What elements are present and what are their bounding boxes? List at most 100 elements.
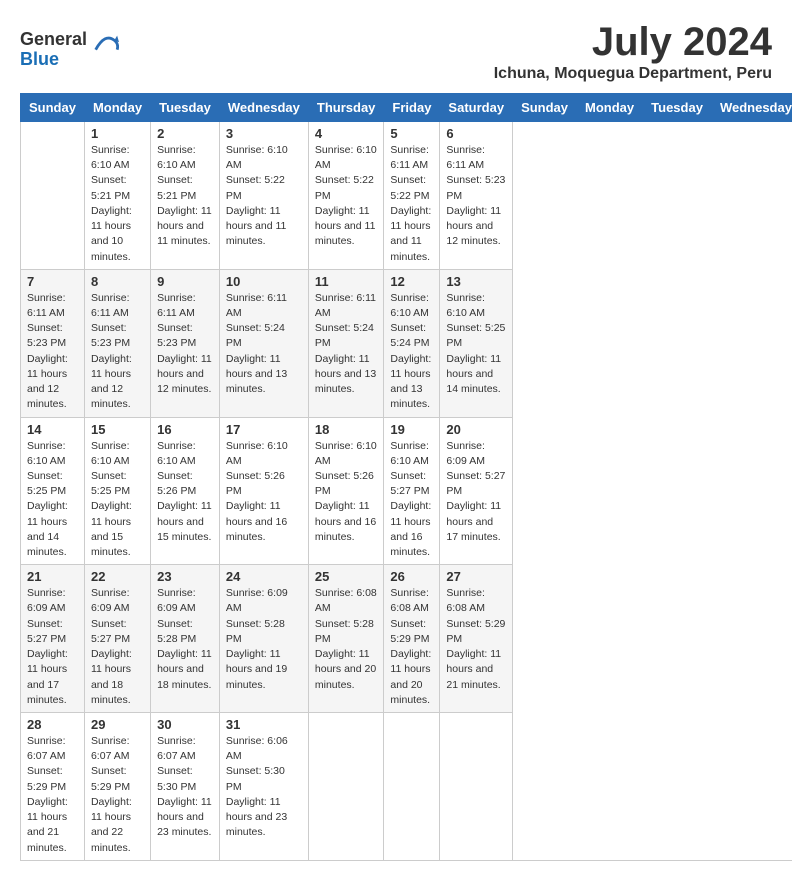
- calendar-cell: 31Sunrise: 6:06 AMSunset: 5:30 PMDayligh…: [219, 713, 308, 861]
- day-detail: Sunrise: 6:08 AMSunset: 5:29 PMDaylight:…: [446, 586, 506, 693]
- day-header-wednesday: Wednesday: [711, 94, 792, 122]
- calendar-cell: [384, 713, 440, 861]
- day-number: 4: [315, 126, 378, 141]
- calendar-cell: 7Sunrise: 6:11 AMSunset: 5:23 PMDaylight…: [21, 269, 85, 417]
- day-detail: Sunrise: 6:10 AMSunset: 5:22 PMDaylight:…: [315, 143, 378, 250]
- day-detail: Sunrise: 6:10 AMSunset: 5:21 PMDaylight:…: [91, 143, 144, 265]
- day-header-sunday: Sunday: [21, 94, 85, 122]
- day-detail: Sunrise: 6:07 AMSunset: 5:30 PMDaylight:…: [157, 734, 213, 841]
- calendar-cell: 21 Sunrise: 6:09 AMSunset: 5:27 PMDayligh…: [21, 565, 85, 713]
- day-detail: Sunrise: 6:10 AMSunset: 5:26 PMDaylight:…: [157, 439, 213, 546]
- calendar-week-row: 21 Sunrise: 6:09 AMSunset: 5:27 PMDayligh…: [21, 565, 792, 713]
- day-number: 1: [91, 126, 144, 141]
- day-number: 11: [315, 274, 378, 289]
- day-detail: Sunrise: 6:10 AMSunset: 5:26 PMDaylight:…: [226, 439, 302, 546]
- calendar-header-row: SundayMondayTuesdayWednesdayThursdayFrid…: [21, 94, 792, 122]
- day-number: 27: [446, 569, 506, 584]
- logo-blue-text: Blue: [20, 50, 87, 70]
- day-header-monday: Monday: [84, 94, 150, 122]
- day-detail: Sunrise: 6:11 AMSunset: 5:24 PMDaylight:…: [226, 291, 302, 398]
- calendar-cell: 14 Sunrise: 6:10 AMSunset: 5:25 PMDayligh…: [21, 417, 85, 565]
- day-number: 20: [446, 422, 506, 437]
- day-number: 21: [27, 569, 78, 584]
- day-header-wednesday: Wednesday: [219, 94, 308, 122]
- day-detail: Sunrise: 6:11 AMSunset: 5:24 PMDaylight:…: [315, 291, 378, 398]
- day-number: 28: [27, 717, 78, 732]
- location-subtitle: Ichuna, Moquegua Department, Peru: [494, 65, 772, 83]
- day-detail: Sunrise: 6:08 AMSunset: 5:29 PMDaylight:…: [390, 586, 433, 708]
- calendar-cell: 26 Sunrise: 6:08 AMSunset: 5:29 PMDayligh…: [384, 565, 440, 713]
- calendar-cell: 19Sunrise: 6:10 AMSunset: 5:27 PMDayligh…: [384, 417, 440, 565]
- day-number: 9: [157, 274, 213, 289]
- calendar-cell: 30Sunrise: 6:07 AMSunset: 5:30 PMDayligh…: [151, 713, 220, 861]
- day-number: 13: [446, 274, 506, 289]
- day-number: 22: [91, 569, 144, 584]
- day-detail: Sunrise: 6:09 AMSunset: 5:27 PMDaylight:…: [446, 439, 506, 546]
- day-number: 25: [315, 569, 378, 584]
- day-detail: Sunrise: 6:11 AMSunset: 5:23 PMDaylight:…: [91, 291, 144, 413]
- calendar-cell: 22 Sunrise: 6:09 AMSunset: 5:27 PMDayligh…: [84, 565, 150, 713]
- calendar-cell: 28 Sunrise: 6:07 AMSunset: 5:29 PMDayligh…: [21, 713, 85, 861]
- day-number: 8: [91, 274, 144, 289]
- day-number: 26: [390, 569, 433, 584]
- logo-general-text: General: [20, 30, 87, 50]
- day-detail: Sunrise: 6:09 AMSunset: 5:27 PMDaylight:…: [27, 586, 78, 708]
- day-detail: Sunrise: 6:09 AMSunset: 5:27 PMDaylight:…: [91, 586, 144, 708]
- day-number: 7: [27, 274, 78, 289]
- day-header-friday: Friday: [384, 94, 440, 122]
- logo: General Blue: [20, 30, 119, 70]
- day-header-monday: Monday: [577, 94, 643, 122]
- day-number: 5: [390, 126, 433, 141]
- calendar-cell: [308, 713, 384, 861]
- day-number: 23: [157, 569, 213, 584]
- month-year-title: July 2024: [494, 20, 772, 65]
- day-header-thursday: Thursday: [308, 94, 384, 122]
- day-detail: Sunrise: 6:07 AMSunset: 5:29 PMDaylight:…: [27, 734, 78, 856]
- day-header-saturday: Saturday: [440, 94, 513, 122]
- calendar-cell: 29Sunrise: 6:07 AMSunset: 5:29 PMDayligh…: [84, 713, 150, 861]
- header: General Blue July 2024 Ichuna, Moquegua …: [20, 20, 772, 83]
- calendar-cell: 27 Sunrise: 6:08 AMSunset: 5:29 PMDayligh…: [440, 565, 513, 713]
- day-detail: Sunrise: 6:06 AMSunset: 5:30 PMDaylight:…: [226, 734, 302, 841]
- day-detail: Sunrise: 6:11 AMSunset: 5:23 PMDaylight:…: [446, 143, 506, 250]
- day-detail: Sunrise: 6:10 AMSunset: 5:25 PMDaylight:…: [27, 439, 78, 561]
- day-detail: Sunrise: 6:10 AMSunset: 5:26 PMDaylight:…: [315, 439, 378, 546]
- calendar-cell: 12Sunrise: 6:10 AMSunset: 5:24 PMDayligh…: [384, 269, 440, 417]
- calendar-table: SundayMondayTuesdayWednesdayThursdayFrid…: [20, 93, 792, 861]
- calendar-cell: 1 Sunrise: 6:10 AMSunset: 5:21 PMDaylight…: [84, 122, 150, 270]
- calendar-cell: 18Sunrise: 6:10 AMSunset: 5:26 PMDayligh…: [308, 417, 384, 565]
- title-area: July 2024 Ichuna, Moquegua Department, P…: [494, 20, 772, 83]
- calendar-week-row: 28 Sunrise: 6:07 AMSunset: 5:29 PMDayligh…: [21, 713, 792, 861]
- calendar-cell: 17 Sunrise: 6:10 AMSunset: 5:26 PMDayligh…: [219, 417, 308, 565]
- day-number: 14: [27, 422, 78, 437]
- day-number: 15: [91, 422, 144, 437]
- calendar-cell: 2Sunrise: 6:10 AMSunset: 5:21 PMDaylight…: [151, 122, 220, 270]
- day-detail: Sunrise: 6:10 AMSunset: 5:22 PMDaylight:…: [226, 143, 302, 250]
- calendar-cell: 5 Sunrise: 6:11 AMSunset: 5:22 PMDaylight…: [384, 122, 440, 270]
- calendar-cell: 24Sunrise: 6:09 AMSunset: 5:28 PMDayligh…: [219, 565, 308, 713]
- day-number: 17: [226, 422, 302, 437]
- day-header-tuesday: Tuesday: [151, 94, 220, 122]
- day-detail: Sunrise: 6:11 AMSunset: 5:23 PMDaylight:…: [157, 291, 213, 398]
- day-detail: Sunrise: 6:10 AMSunset: 5:25 PMDaylight:…: [91, 439, 144, 561]
- day-number: 3: [226, 126, 302, 141]
- calendar-cell: [440, 713, 513, 861]
- day-number: 10: [226, 274, 302, 289]
- day-detail: Sunrise: 6:10 AMSunset: 5:27 PMDaylight:…: [390, 439, 433, 561]
- day-header-tuesday: Tuesday: [643, 94, 712, 122]
- calendar-cell: 9 Sunrise: 6:11 AMSunset: 5:23 PMDaylight…: [151, 269, 220, 417]
- calendar-week-row: 1 Sunrise: 6:10 AMSunset: 5:21 PMDaylight…: [21, 122, 792, 270]
- calendar-cell: 23 Sunrise: 6:09 AMSunset: 5:28 PMDayligh…: [151, 565, 220, 713]
- day-detail: Sunrise: 6:08 AMSunset: 5:28 PMDaylight:…: [315, 586, 378, 693]
- day-number: 16: [157, 422, 213, 437]
- day-detail: Sunrise: 6:09 AMSunset: 5:28 PMDaylight:…: [157, 586, 213, 693]
- calendar-week-row: 7 Sunrise: 6:11 AMSunset: 5:23 PMDaylight…: [21, 269, 792, 417]
- calendar-cell: 3 Sunrise: 6:10 AMSunset: 5:22 PMDaylight…: [219, 122, 308, 270]
- day-number: 24: [226, 569, 302, 584]
- day-detail: Sunrise: 6:10 AMSunset: 5:24 PMDaylight:…: [390, 291, 433, 413]
- day-detail: Sunrise: 6:11 AMSunset: 5:22 PMDaylight:…: [390, 143, 433, 265]
- logo-icon: [91, 31, 119, 59]
- calendar-cell: 16 Sunrise: 6:10 AMSunset: 5:26 PMDayligh…: [151, 417, 220, 565]
- day-detail: Sunrise: 6:10 AMSunset: 5:25 PMDaylight:…: [446, 291, 506, 398]
- calendar-cell: 15 Sunrise: 6:10 AMSunset: 5:25 PMDayligh…: [84, 417, 150, 565]
